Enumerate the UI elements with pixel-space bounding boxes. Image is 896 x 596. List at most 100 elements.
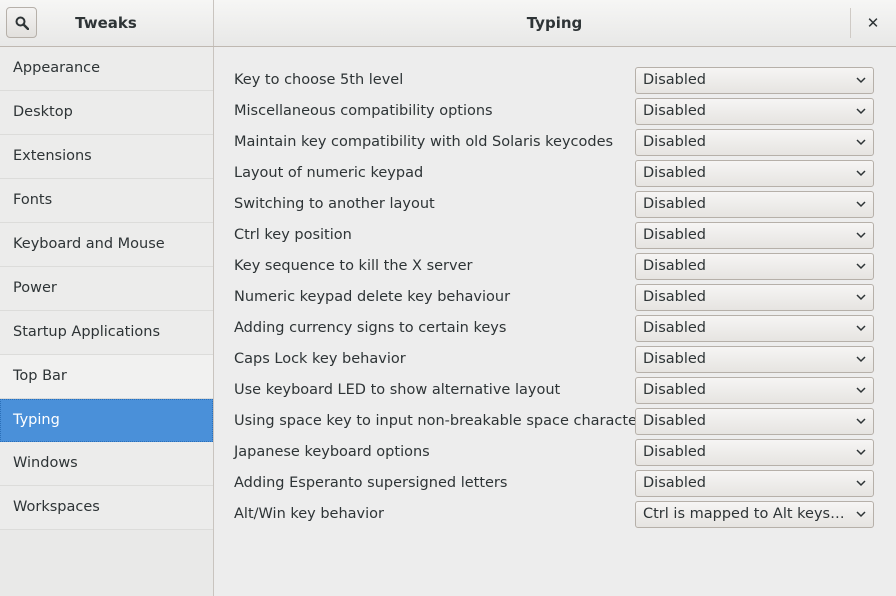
setting-combobox[interactable]: Disabled (635, 315, 874, 342)
sidebar-item-fonts[interactable]: Fonts (0, 179, 213, 223)
setting-row: Use keyboard LED to show alternative lay… (214, 375, 896, 406)
setting-row: Alt/Win key behavior Ctrl is mapped to A… (214, 499, 896, 530)
sidebar-item-extensions[interactable]: Extensions (0, 135, 213, 179)
sidebar-item-startup-applications[interactable]: Startup Applications (0, 311, 213, 355)
setting-label: Key to choose 5th level (234, 72, 404, 88)
sidebar-item-workspaces[interactable]: Workspaces (0, 486, 213, 530)
setting-label: Alt/Win key behavior (234, 506, 384, 522)
chevron-down-icon (856, 325, 866, 332)
page-title: Typing (526, 14, 583, 32)
chevron-down-icon (856, 263, 866, 270)
combobox-value: Disabled (643, 227, 706, 243)
chevron-down-icon (856, 480, 866, 487)
setting-label: Key sequence to kill the X server (234, 258, 473, 274)
sidebar-item-label: Desktop (13, 104, 73, 120)
search-button[interactable] (6, 7, 37, 38)
setting-label: Miscellaneous compatibility options (234, 103, 493, 119)
setting-label: Japanese keyboard options (234, 444, 430, 460)
sidebar-item-label: Top Bar (13, 368, 67, 384)
sidebar-item-top-bar[interactable]: Top Bar (0, 355, 213, 399)
app-title: Tweaks (75, 14, 137, 32)
sidebar-item-typing[interactable]: Typing (0, 399, 213, 442)
chevron-down-icon (856, 201, 866, 208)
setting-combobox[interactable]: Disabled (635, 284, 874, 311)
combobox-value: Disabled (643, 475, 706, 491)
chevron-down-icon (856, 356, 866, 363)
setting-row: Adding currency signs to certain keys Di… (214, 313, 896, 344)
sidebar-item-label: Extensions (13, 148, 92, 164)
setting-row: Key to choose 5th level Disabled (214, 65, 896, 96)
setting-combobox[interactable]: Disabled (635, 439, 874, 466)
chevron-down-icon (856, 387, 866, 394)
setting-row: Japanese keyboard options Disabled (214, 437, 896, 468)
sidebar-item-windows[interactable]: Windows (0, 442, 213, 486)
setting-label: Maintain key compatibility with old Sola… (234, 134, 614, 150)
setting-label: Layout of numeric keypad (234, 165, 424, 181)
setting-row: Numeric keypad delete key behaviour Disa… (214, 282, 896, 313)
chevron-down-icon (856, 418, 866, 425)
setting-combobox[interactable]: Disabled (635, 222, 874, 249)
header-separator (850, 8, 851, 38)
combobox-value: Disabled (643, 165, 706, 181)
setting-label: Using space key to input non-breakable s… (234, 413, 643, 429)
sidebar-item-label: Workspaces (13, 499, 100, 515)
setting-combobox[interactable]: Disabled (635, 98, 874, 125)
combobox-value: Disabled (643, 289, 706, 305)
combobox-value: Disabled (643, 351, 706, 367)
setting-label: Switching to another layout (234, 196, 435, 212)
chevron-down-icon (856, 139, 866, 146)
combobox-value: Disabled (643, 134, 706, 150)
setting-row: Ctrl key position Disabled (214, 220, 896, 251)
chevron-down-icon (856, 77, 866, 84)
setting-label: Numeric keypad delete key behaviour (234, 289, 511, 305)
chevron-down-icon (856, 294, 866, 301)
combobox-value: Disabled (643, 258, 706, 274)
sidebar-item-label: Fonts (13, 192, 53, 208)
sidebar-item-label: Keyboard and Mouse (13, 236, 165, 252)
close-icon: ✕ (866, 14, 880, 32)
chevron-down-icon (856, 170, 866, 177)
combobox-value: Disabled (643, 103, 706, 119)
setting-label: Use keyboard LED to show alternative lay… (234, 382, 561, 398)
search-icon (15, 16, 29, 30)
setting-row: Using space key to input non-breakable s… (214, 406, 896, 437)
setting-label: Caps Lock key behavior (234, 351, 406, 367)
combobox-value: Disabled (643, 320, 706, 336)
setting-label: Adding Esperanto supersigned letters (234, 475, 508, 491)
setting-combobox[interactable]: Disabled (635, 346, 874, 373)
sidebar-item-label: Windows (13, 455, 78, 471)
setting-combobox[interactable]: Disabled (635, 253, 874, 280)
setting-row: Caps Lock key behavior Disabled (214, 344, 896, 375)
setting-combobox[interactable]: Disabled (635, 67, 874, 94)
setting-combobox[interactable]: Disabled (635, 470, 874, 497)
combobox-value: Disabled (643, 382, 706, 398)
sidebar: Appearance Desktop Extensions Fonts Keyb… (0, 47, 214, 596)
sidebar-item-desktop[interactable]: Desktop (0, 91, 213, 135)
setting-row: Maintain key compatibility with old Sola… (214, 127, 896, 158)
header-left-pane: Tweaks (0, 0, 214, 46)
sidebar-item-appearance[interactable]: Appearance (0, 47, 213, 91)
sidebar-item-keyboard-and-mouse[interactable]: Keyboard and Mouse (0, 223, 213, 267)
setting-combobox[interactable]: Disabled (635, 408, 874, 435)
sidebar-item-power[interactable]: Power (0, 267, 213, 311)
setting-combobox[interactable]: Ctrl is mapped to Alt keys, Alt … (635, 501, 874, 528)
setting-combobox[interactable]: Disabled (635, 191, 874, 218)
settings-panel: Key to choose 5th level Disabled Miscell… (214, 47, 896, 596)
combobox-value: Ctrl is mapped to Alt keys, Alt … (643, 506, 848, 522)
header-bar: Tweaks Typing ✕ (0, 0, 896, 47)
chevron-down-icon (856, 511, 866, 518)
setting-row: Adding Esperanto supersigned letters Dis… (214, 468, 896, 499)
sidebar-item-label: Appearance (13, 60, 101, 76)
chevron-down-icon (856, 449, 866, 456)
setting-row: Layout of numeric keypad Disabled (214, 158, 896, 189)
sidebar-item-label: Typing (13, 412, 60, 428)
setting-combobox[interactable]: Disabled (635, 377, 874, 404)
close-button[interactable]: ✕ (862, 12, 884, 34)
setting-combobox[interactable]: Disabled (635, 129, 874, 156)
setting-row: Key sequence to kill the X server Disabl… (214, 251, 896, 282)
setting-label: Adding currency signs to certain keys (234, 320, 507, 336)
setting-row: Miscellaneous compatibility options Disa… (214, 96, 896, 127)
sidebar-item-label: Power (13, 280, 57, 296)
setting-combobox[interactable]: Disabled (635, 160, 874, 187)
combobox-value: Disabled (643, 196, 706, 212)
